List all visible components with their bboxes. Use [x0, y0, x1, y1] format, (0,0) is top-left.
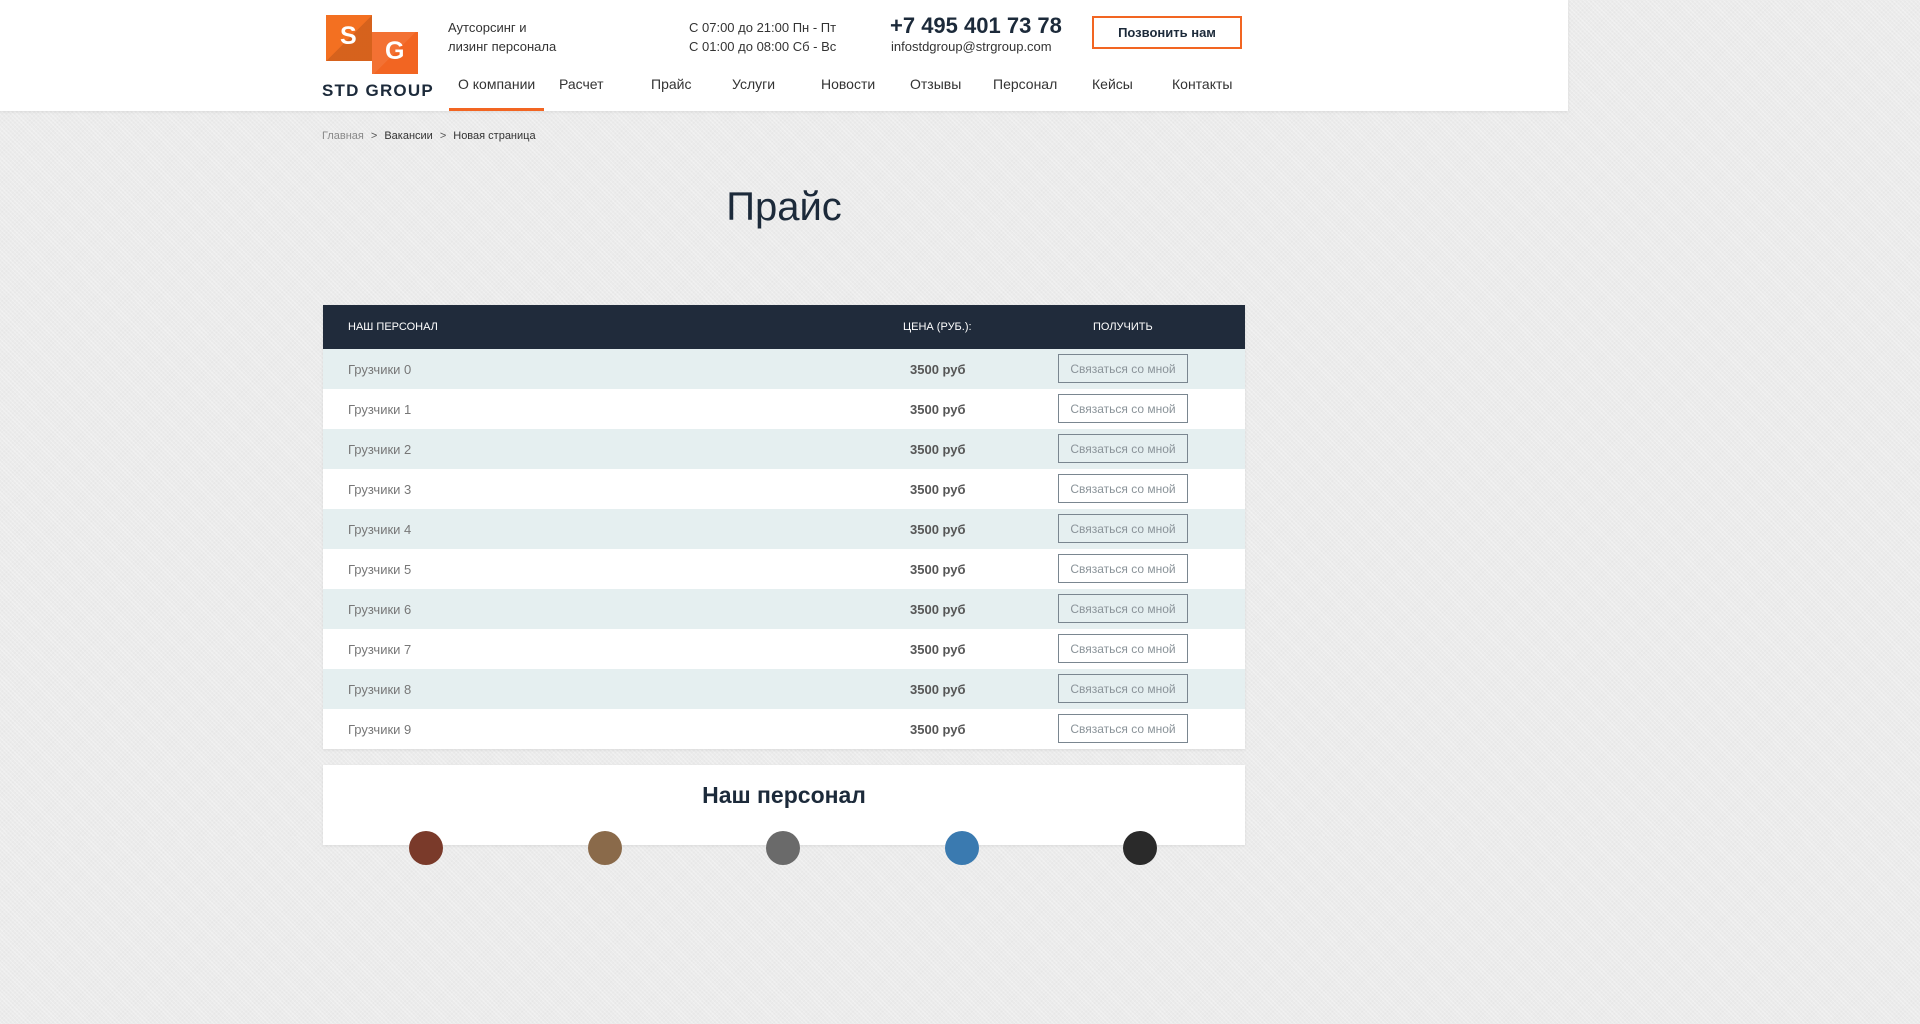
nav-item-staff[interactable]: Персонал: [993, 76, 1057, 111]
staff-avatar[interactable]: [1123, 831, 1157, 865]
staff-section: Наш персонал: [323, 765, 1245, 865]
breadcrumb-home[interactable]: Главная: [322, 130, 364, 142]
logo-letter-g: G: [385, 37, 405, 65]
contact-me-button[interactable]: Связаться со мной: [1058, 474, 1188, 503]
row-name: Грузчики 1: [348, 402, 412, 417]
staff-section-title: Наш персонал: [702, 782, 866, 808]
logo-letter-s: S: [340, 22, 357, 50]
table-row: Грузчики 7 3500 руб Связаться со мной: [323, 629, 1245, 669]
breadcrumb-separator: >: [370, 130, 378, 142]
nav-item-reviews[interactable]: Отзывы: [910, 76, 961, 111]
logo[interactable]: S G STD GROUP: [322, 14, 433, 102]
hours-weekend: С 01:00 до 08:00 Сб - Вс: [689, 39, 837, 54]
row-name: Грузчики 8: [348, 682, 412, 697]
row-name: Грузчики 7: [348, 642, 412, 657]
table-header: НАШ ПЕРСОНАЛ ЦЕНА (РУБ.): ПОЛУЧИТЬ: [323, 305, 1245, 349]
phone-number[interactable]: +7 495 401 73 78: [890, 13, 1062, 39]
hours-weekdays: С 07:00 до 21:00 Пн - Пт: [689, 20, 837, 35]
contact-me-button[interactable]: Связаться со мной: [1058, 514, 1188, 543]
row-price: 3500 руб: [910, 642, 966, 657]
row-price: 3500 руб: [910, 682, 966, 697]
row-price: 3500 руб: [910, 722, 966, 737]
row-price: 3500 руб: [910, 482, 966, 497]
price-table: НАШ ПЕРСОНАЛ ЦЕНА (РУБ.): ПОЛУЧИТЬ Грузч…: [323, 305, 1245, 749]
logo-name: STD GROUP: [322, 81, 434, 100]
row-price: 3500 руб: [910, 362, 966, 377]
table-row: Грузчики 3 3500 руб Связаться со мной: [323, 469, 1245, 509]
column-header-get: ПОЛУЧИТЬ: [1093, 321, 1153, 333]
row-price: 3500 руб: [910, 562, 966, 577]
column-header-price: ЦЕНА (РУБ.):: [903, 321, 972, 333]
table-row: Грузчики 6 3500 руб Связаться со мной: [323, 589, 1245, 629]
contact-me-button[interactable]: Связаться со мной: [1058, 394, 1188, 423]
nav-item-contacts[interactable]: Контакты: [1172, 76, 1232, 111]
staff-avatar[interactable]: [945, 831, 979, 865]
row-price: 3500 руб: [910, 522, 966, 537]
table-row: Грузчики 8 3500 руб Связаться со мной: [323, 669, 1245, 709]
row-price: 3500 руб: [910, 442, 966, 457]
table-row: Грузчики 0 3500 руб Связаться со мной: [323, 349, 1245, 389]
nav-item-news[interactable]: Новости: [821, 76, 875, 111]
contact-me-button[interactable]: Связаться со мной: [1058, 554, 1188, 583]
table-row: Грузчики 1 3500 руб Связаться со мной: [323, 389, 1245, 429]
row-price: 3500 руб: [910, 602, 966, 617]
staff-avatar[interactable]: [409, 831, 443, 865]
contact-me-button[interactable]: Связаться со мной: [1058, 434, 1188, 463]
row-name: Грузчики 5: [348, 562, 412, 577]
contact-me-button[interactable]: Связаться со мной: [1058, 634, 1188, 663]
table-body: Грузчики 0 3500 руб Связаться со мной Гр…: [323, 349, 1245, 749]
page-title: Прайс: [726, 185, 842, 229]
row-name: Грузчики 2: [348, 442, 412, 457]
row-name: Грузчики 9: [348, 722, 412, 737]
row-name: Грузчики 6: [348, 602, 412, 617]
tagline-line-1: Аутсорсинг и: [448, 20, 527, 35]
nav-item-calculation[interactable]: Расчет: [559, 76, 604, 111]
row-name: Грузчики 3: [348, 482, 412, 497]
breadcrumb-vacancies[interactable]: Вакансии: [384, 130, 433, 142]
breadcrumb-separator: >: [439, 130, 447, 142]
tagline: Аутсорсинг и лизинг персонала: [448, 18, 556, 56]
row-price: 3500 руб: [910, 402, 966, 417]
nav-item-price[interactable]: Прайс: [651, 76, 691, 111]
table-row: Грузчики 2 3500 руб Связаться со мной: [323, 429, 1245, 469]
working-hours: С 07:00 до 21:00 Пн - Пт С 01:00 до 08:0…: [689, 18, 836, 56]
table-row: Грузчики 5 3500 руб Связаться со мной: [323, 549, 1245, 589]
contact-me-button[interactable]: Связаться со мной: [1058, 354, 1188, 383]
staff-avatar[interactable]: [766, 831, 800, 865]
breadcrumb: Главная > Вакансии > Новая страница: [322, 130, 536, 142]
column-header-staff: НАШ ПЕРСОНАЛ: [348, 321, 438, 333]
tagline-line-2: лизинг персонала: [448, 39, 557, 54]
nav-item-services[interactable]: Услуги: [732, 76, 775, 111]
nav-item-about[interactable]: О компании: [448, 76, 545, 111]
table-row: Грузчики 9 3500 руб Связаться со мной: [323, 709, 1245, 749]
nav-item-cases[interactable]: Кейсы: [1092, 76, 1133, 111]
site-header: S G STD GROUP Аутсорсинг и лизинг персон…: [0, 0, 1568, 111]
contact-me-button[interactable]: Связаться со мной: [1058, 594, 1188, 623]
email-link[interactable]: infostdgroup@strgroup.com: [891, 39, 1052, 54]
staff-avatar[interactable]: [588, 831, 622, 865]
call-us-button[interactable]: Позвонить нам: [1092, 16, 1242, 49]
row-name: Грузчики 4: [348, 522, 412, 537]
contact-me-button[interactable]: Связаться со мной: [1058, 714, 1188, 743]
breadcrumb-current: Новая страница: [453, 130, 536, 142]
contact-me-button[interactable]: Связаться со мной: [1058, 674, 1188, 703]
table-row: Грузчики 4 3500 руб Связаться со мной: [323, 509, 1245, 549]
row-name: Грузчики 0: [348, 362, 412, 377]
